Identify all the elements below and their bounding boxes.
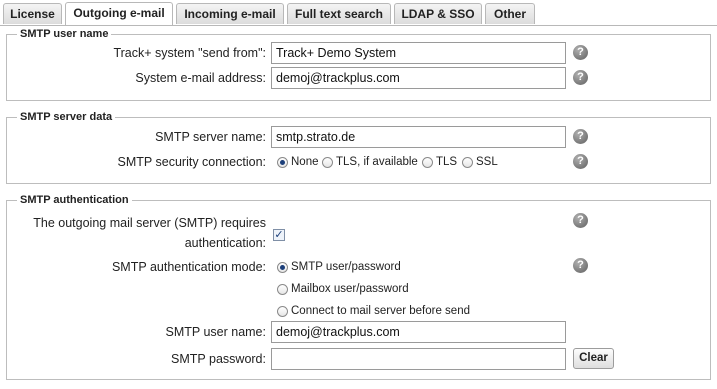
tab-other[interactable]: Other (485, 3, 535, 24)
security-tls-if-available-label[interactable]: TLS, if available (336, 156, 418, 168)
help-icon[interactable]: ? (573, 258, 588, 273)
smtp-user-name-input[interactable] (271, 321, 566, 343)
requires-auth-label-line1: The outgoing mail server (SMTP) requires (33, 216, 266, 230)
smtp-server-data-legend: SMTP server data (17, 110, 116, 124)
smtp-authentication-fieldset: SMTP authentication The outgoing mail se… (6, 193, 711, 380)
security-tls-if-available-radio[interactable] (322, 157, 333, 168)
smtp-server-name-input[interactable] (271, 126, 566, 148)
clear-button[interactable]: Clear (573, 348, 614, 369)
auth-mode-mailbox-user-radio[interactable] (277, 284, 288, 295)
smtp-user-name-legend: SMTP user name (17, 27, 112, 41)
smtp-password-input[interactable] (271, 348, 566, 370)
auth-mode-smtp-user-label[interactable]: SMTP user/password (291, 261, 401, 273)
help-icon[interactable]: ? (573, 70, 588, 85)
send-from-label: Track+ system "send from": (113, 46, 266, 60)
security-ssl-radio[interactable] (462, 157, 473, 168)
smtp-server-data-fieldset: SMTP server data SMTP server name: ? SMT… (6, 110, 711, 184)
help-icon[interactable]: ? (573, 129, 588, 144)
tab-bar: License Outgoing e-mail Incoming e-mail … (0, 0, 717, 26)
smtp-server-name-label: SMTP server name: (155, 130, 266, 144)
help-icon[interactable]: ? (573, 45, 588, 60)
tab-incoming-email[interactable]: Incoming e-mail (176, 3, 284, 24)
requires-auth-label-line2: authentication: (184, 236, 266, 250)
system-email-label: System e-mail address: (135, 71, 266, 85)
auth-mode-label: SMTP authentication mode: (111, 260, 266, 274)
help-icon[interactable]: ? (573, 154, 588, 169)
smtp-user-name-label: SMTP user name: (165, 325, 266, 339)
requires-auth-checkbox[interactable]: ✓ (273, 229, 285, 241)
smtp-security-label: SMTP security connection: (117, 155, 266, 169)
security-ssl-label[interactable]: SSL (476, 156, 498, 168)
tab-outgoing-email[interactable]: Outgoing e-mail (65, 2, 173, 25)
system-email-input[interactable] (271, 67, 566, 89)
security-tls-radio[interactable] (422, 157, 433, 168)
smtp-user-name-fieldset: SMTP user name Track+ system "send from"… (6, 27, 711, 101)
smtp-password-label: SMTP password: (171, 352, 266, 366)
auth-mode-smtp-user-radio[interactable] (277, 262, 288, 273)
tab-license[interactable]: License (3, 3, 62, 24)
help-icon[interactable]: ? (573, 213, 588, 228)
send-from-input[interactable] (271, 42, 566, 64)
smtp-authentication-legend: SMTP authentication (17, 193, 132, 207)
tab-full-text-search[interactable]: Full text search (287, 3, 391, 24)
tab-ldap-sso[interactable]: LDAP & SSO (394, 3, 482, 24)
security-none-radio[interactable] (277, 157, 288, 168)
security-tls-label[interactable]: TLS (436, 156, 457, 168)
auth-mode-connect-before-send-label[interactable]: Connect to mail server before send (291, 305, 470, 317)
auth-mode-mailbox-user-label[interactable]: Mailbox user/password (291, 283, 409, 295)
auth-mode-connect-before-send-radio[interactable] (277, 306, 288, 317)
security-none-label[interactable]: None (291, 156, 319, 168)
